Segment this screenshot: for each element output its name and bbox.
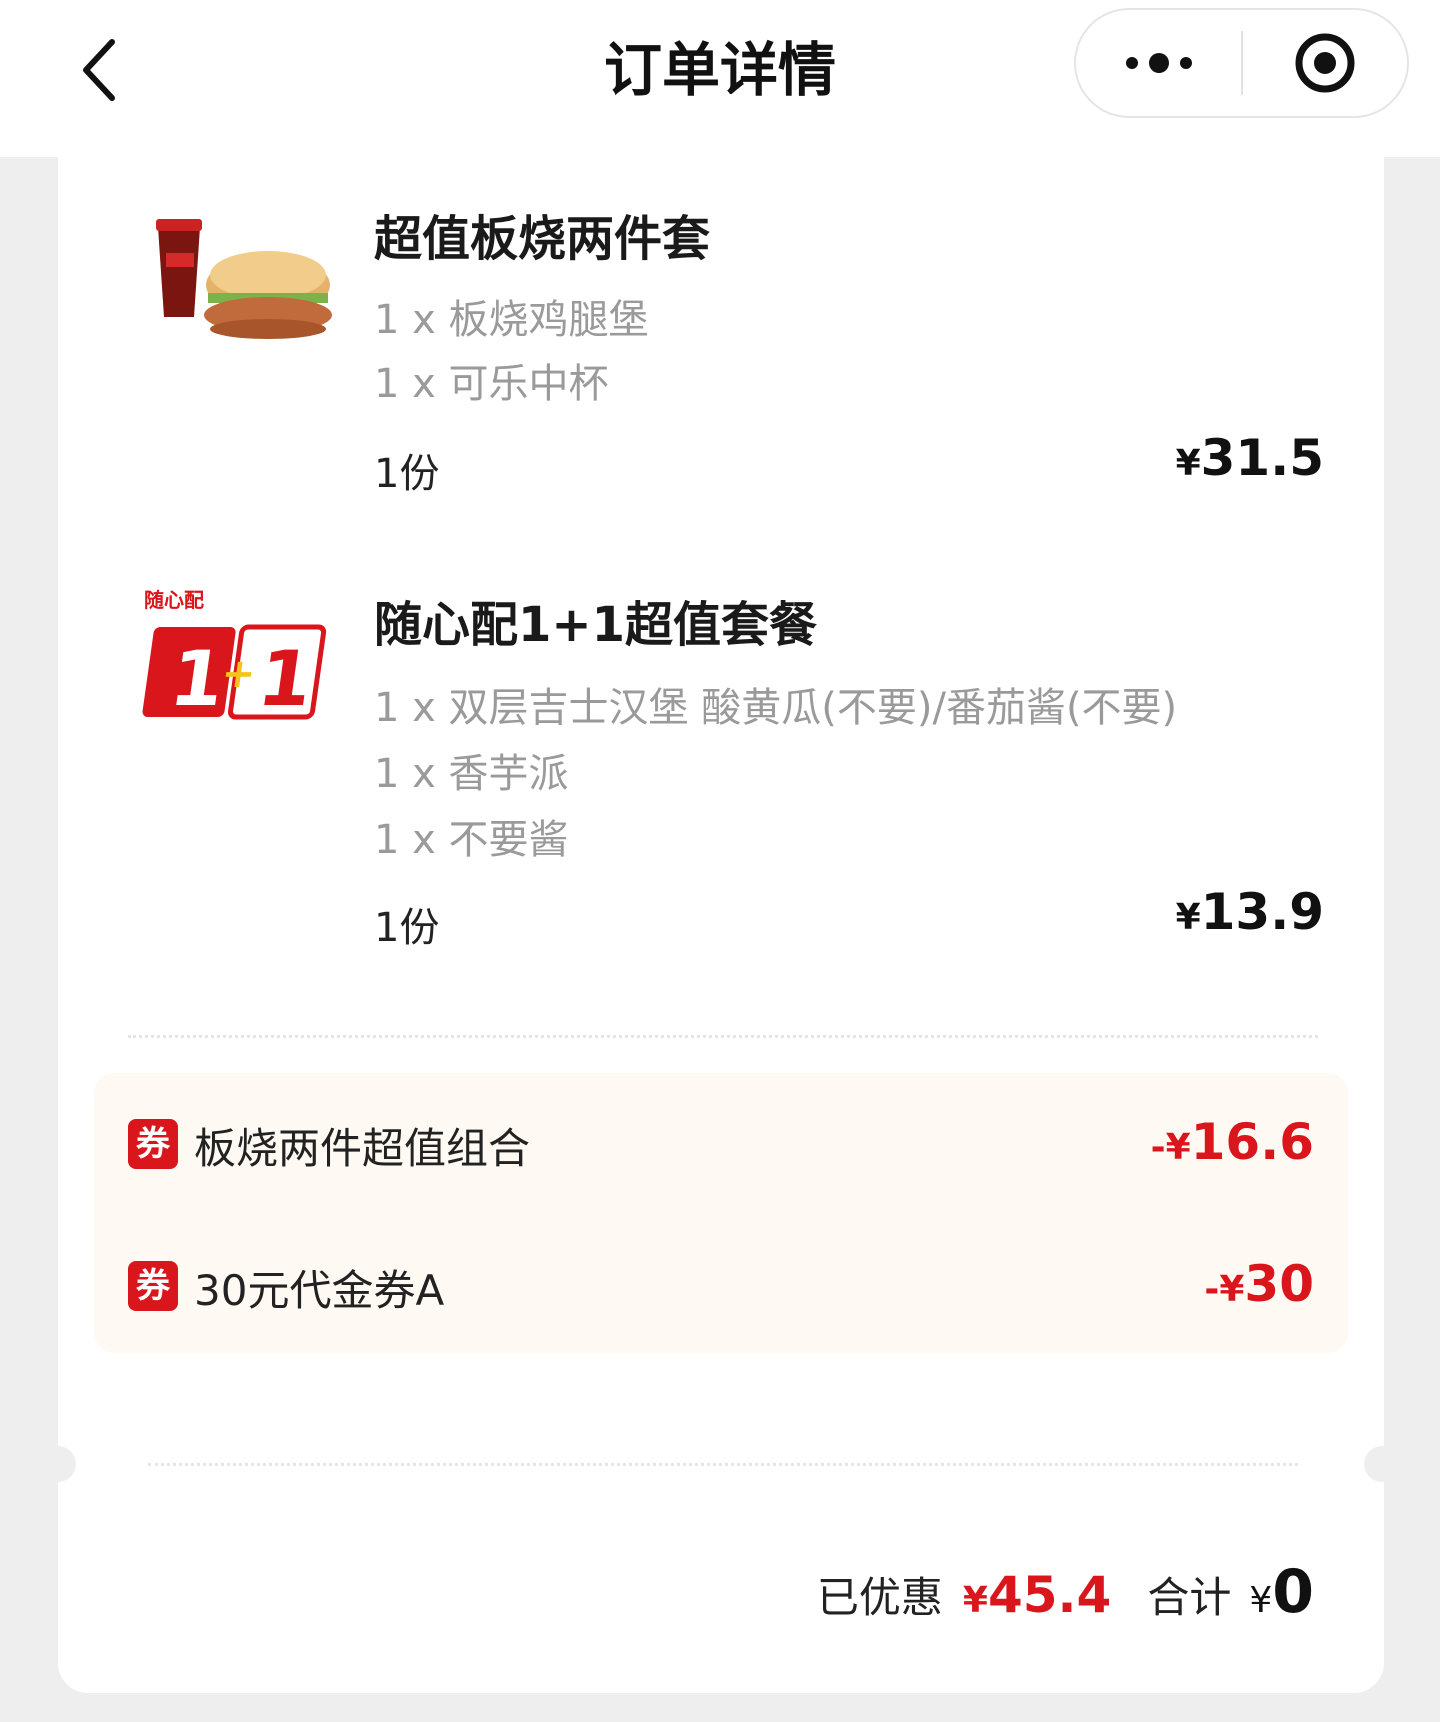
item-quantity: 1份 (374, 905, 440, 951)
item-detail: 1 x 香芋派 (374, 751, 569, 797)
item-price: ¥31.5 (1175, 429, 1324, 487)
top-nav-bar: 订单详情 (0, 0, 1440, 157)
svg-text:+: + (219, 651, 259, 697)
total-label: 合计 (1147, 1573, 1232, 1622)
combo-logo-text: 随心配 (144, 588, 204, 612)
item-name: 随心配1+1超值套餐 (374, 597, 818, 653)
close-miniprogram-button[interactable] (1243, 10, 1407, 116)
order-detail-card: 超值板烧两件套 1 x 板烧鸡腿堡 1 x 可乐中杯 1份 ¥31.5 随心配 … (58, 157, 1384, 1693)
item-name: 超值板烧两件套 (374, 211, 711, 267)
coupon-amount: -¥30 (1204, 1255, 1314, 1313)
coupon-name: 30元代金券A (194, 1266, 445, 1315)
burger-and-cola-image (138, 197, 338, 357)
more-button[interactable] (1076, 10, 1241, 116)
divider (128, 1035, 1318, 1038)
item-detail: 1 x 可乐中杯 (374, 361, 609, 407)
combo-1plus1-logo: 随心配 1 1 + (138, 587, 338, 747)
coupon-list: 券 板烧两件超值组合 -¥16.6 券 30元代金券A -¥30 (94, 1073, 1348, 1353)
ticket-notch-left (40, 1446, 76, 1482)
item-detail: 1 x 双层吉士汉堡 酸黄瓜(不要)/番茄酱(不要) (374, 685, 1178, 731)
coupon-row: 券 30元代金券A -¥30 (94, 1255, 1348, 1315)
more-dots-icon (1125, 53, 1192, 73)
discount-currency: ¥ (962, 1580, 988, 1621)
item-detail: 1 x 板烧鸡腿堡 (374, 297, 649, 343)
coupon-name: 板烧两件超值组合 (194, 1124, 531, 1173)
discount-label: 已优惠 (816, 1573, 943, 1622)
coupon-tag-icon: 券 (128, 1261, 178, 1311)
item-price: ¥13.9 (1175, 883, 1324, 941)
ticket-notch-right (1364, 1446, 1400, 1482)
mini-program-capsule (1074, 8, 1409, 118)
divider (148, 1463, 1298, 1466)
coupon-amount: -¥16.6 (1150, 1113, 1314, 1171)
coupon-row: 券 板烧两件超值组合 -¥16.6 (94, 1113, 1348, 1173)
order-summary: 已优惠 ¥ 45.4 合计 ¥ 0 (817, 1557, 1314, 1627)
total-currency: ¥ (1249, 1580, 1273, 1621)
item-quantity: 1份 (374, 451, 440, 497)
total-value: 0 (1272, 1557, 1314, 1627)
coupon-tag-icon: 券 (128, 1119, 178, 1169)
discount-value: 45.4 (987, 1566, 1112, 1624)
item-detail: 1 x 不要酱 (374, 817, 569, 863)
target-circle-icon (1295, 33, 1355, 93)
